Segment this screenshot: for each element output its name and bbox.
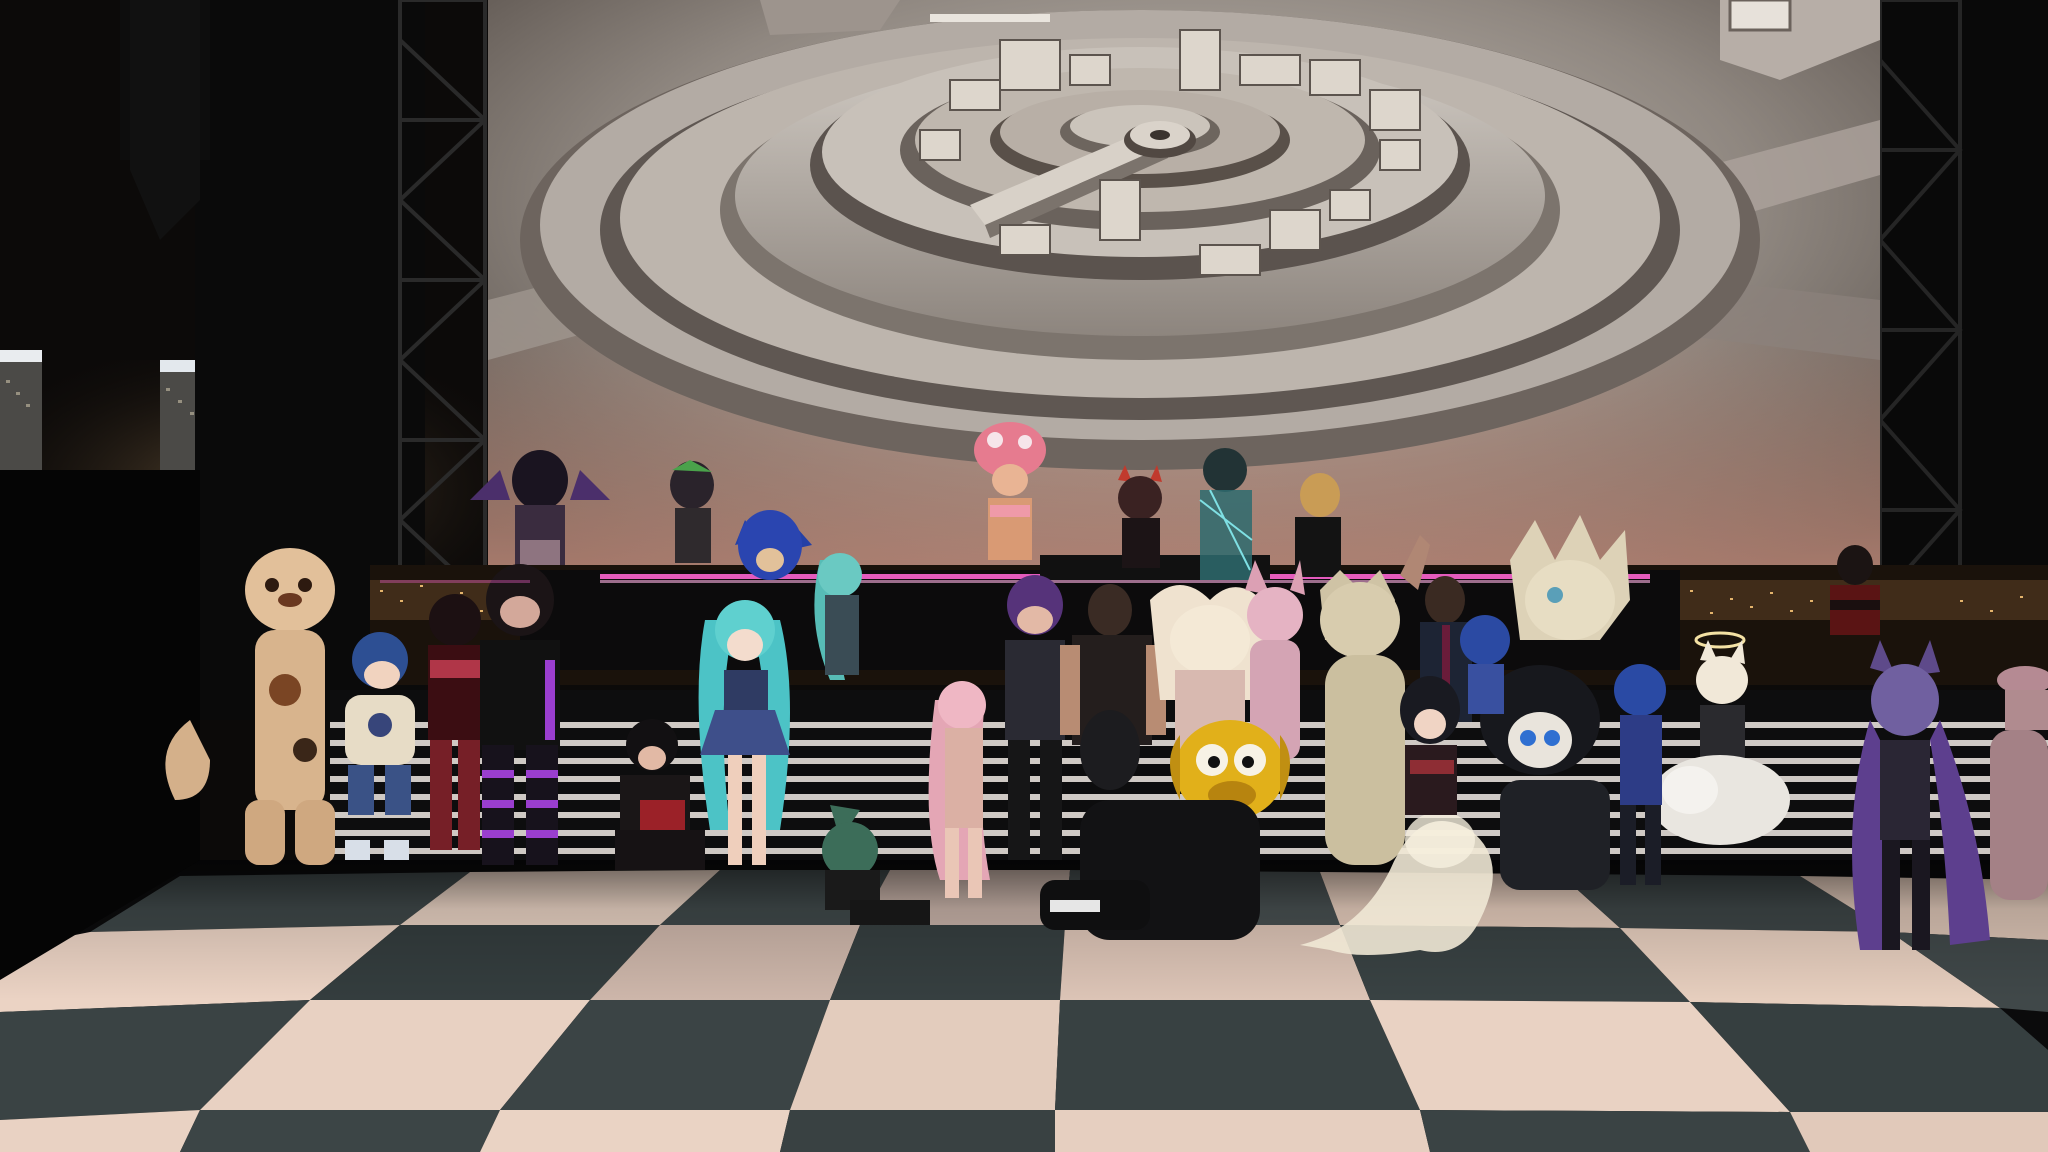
scene-canvas bbox=[0, 0, 2048, 1152]
avatar-white-sleeping-creature bbox=[1650, 755, 1790, 845]
avatar-green-hair-dj bbox=[670, 460, 714, 563]
dance-floor bbox=[0, 860, 2048, 1152]
avatar-hologram-guy bbox=[1199, 448, 1253, 580]
avatar-blond-guy bbox=[1295, 473, 1341, 577]
avatar-pink-long-hair bbox=[928, 681, 990, 898]
vr-event-scene bbox=[0, 0, 2048, 1152]
avatar-tan-protogen bbox=[1320, 570, 1405, 865]
avatar-black-hair-girl bbox=[1400, 676, 1460, 815]
neon-rail-left bbox=[380, 580, 530, 583]
